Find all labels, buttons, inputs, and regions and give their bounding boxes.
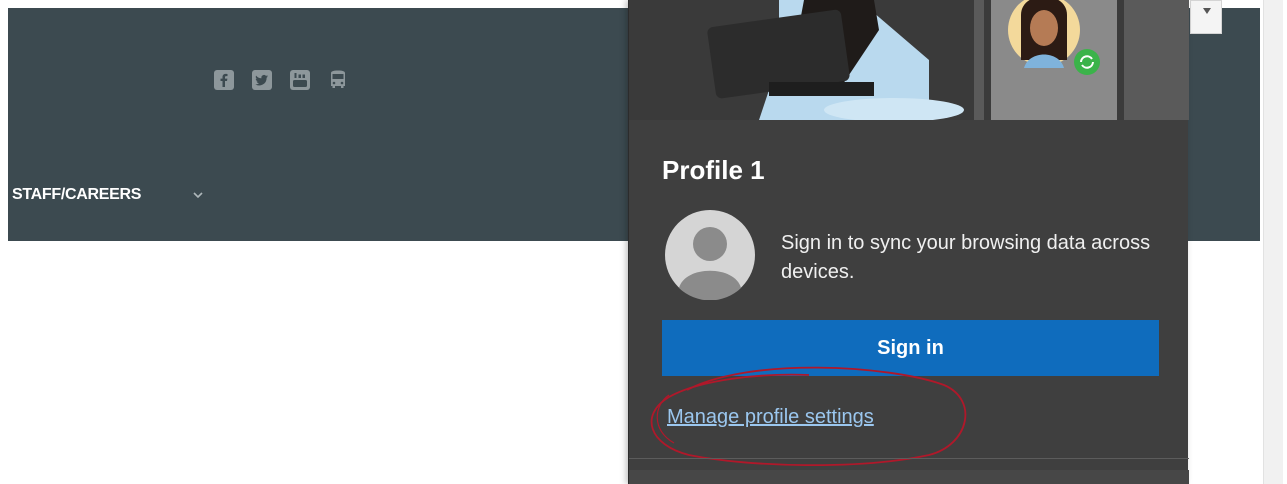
dropdown-control[interactable] [1190, 0, 1222, 34]
profile-title: Profile 1 [662, 155, 765, 185]
manage-profile-settings-link[interactable]: Manage profile settings [667, 406, 874, 429]
twitter-icon[interactable] [251, 69, 273, 91]
social-links [213, 69, 349, 91]
caret-down-icon [1203, 8, 1211, 14]
scrollbar[interactable] [1263, 0, 1283, 484]
sync-message: Sign in to sync your browsing data acros… [781, 232, 1151, 283]
profile-banner-illustration [629, 0, 1189, 120]
avatar [665, 210, 755, 300]
divider [629, 458, 1189, 459]
profile-flyout: Profile 1 Sign in to sync your browsing … [628, 0, 1189, 484]
nav-staff-careers[interactable]: STAFF/CAREERS [12, 186, 141, 204]
bus-icon[interactable] [327, 69, 349, 91]
chevron-down-icon[interactable] [193, 191, 203, 199]
youtube-icon[interactable] [289, 69, 311, 91]
facebook-icon[interactable] [213, 69, 235, 91]
flyout-footer [629, 470, 1189, 484]
